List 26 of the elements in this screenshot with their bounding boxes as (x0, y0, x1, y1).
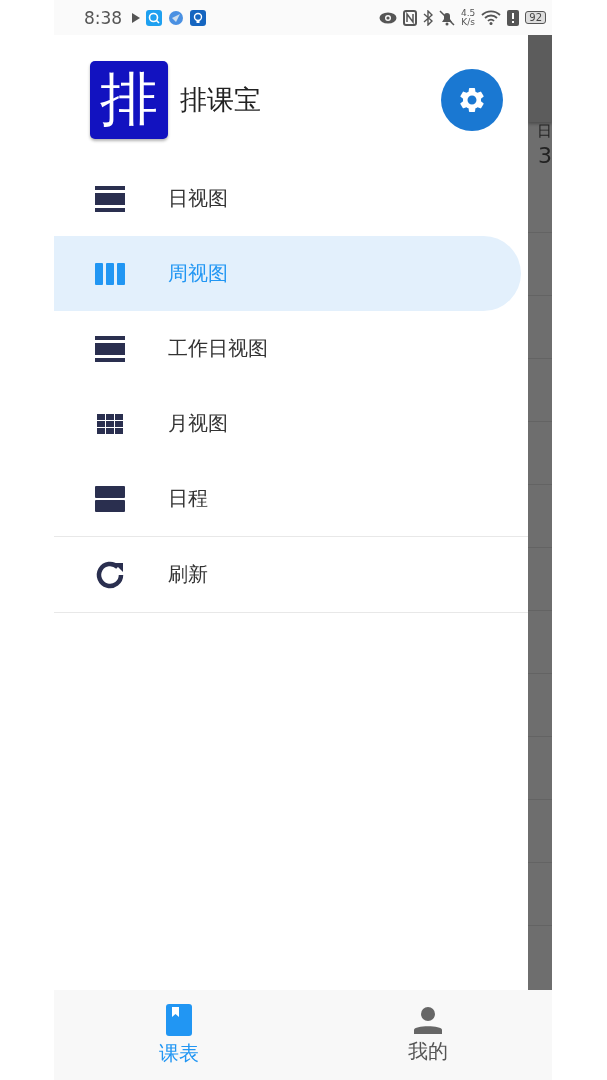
menu-item[interactable]: 日视图 (54, 161, 528, 236)
nfc-icon (402, 9, 417, 26)
compass-app-icon (168, 9, 185, 26)
alert-icon (507, 9, 520, 26)
menu-item[interactable]: 日程 (54, 461, 528, 536)
app-logo: 排 (90, 61, 168, 139)
wifi-icon (481, 10, 502, 25)
app-title: 排课宝 (180, 83, 262, 117)
network-speed: 4.5 K/s (460, 8, 476, 27)
settings-icon (457, 85, 487, 115)
clock: 8:38 (84, 7, 123, 28)
date-number: 3 (537, 141, 552, 170)
weekday-label: 日 (536, 122, 552, 142)
menu-item[interactable]: 刷新 (54, 537, 528, 612)
search-app-icon (146, 9, 163, 26)
bulb-app-icon (190, 9, 207, 26)
menu-item[interactable]: 月视图 (54, 386, 528, 461)
person-icon (413, 1005, 442, 1034)
book-icon (165, 1003, 192, 1036)
play-icon (132, 12, 141, 23)
eye-icon (378, 11, 397, 24)
nav-tab[interactable]: 我的 (303, 990, 552, 1080)
menu-item[interactable]: 工作日视图 (54, 311, 528, 386)
bluetooth-icon (422, 9, 433, 26)
mute-bell-icon (438, 9, 455, 26)
battery-level: 92 (525, 11, 546, 24)
